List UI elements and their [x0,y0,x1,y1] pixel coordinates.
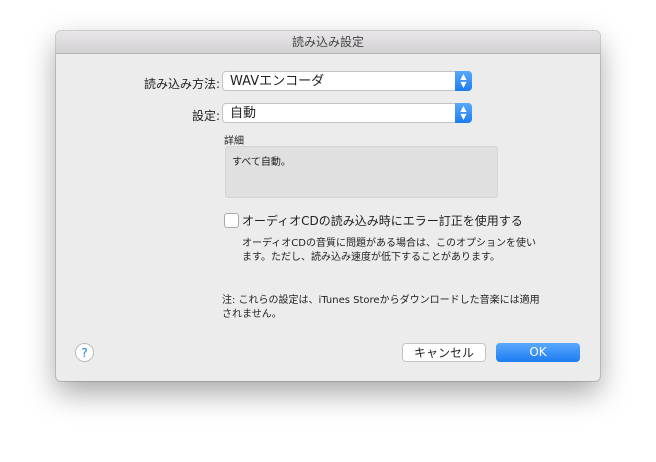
ok-button[interactable]: OK [496,343,580,362]
details-text: すべて自動。 [232,157,291,168]
setting-value: 自動 [230,106,257,121]
error-correction-description-1: オーディオCDの音質に問題がある場合は、このオプションを使い [242,238,536,249]
import-settings-dialog: 読み込み設定 読み込み方法: WAVエンコーダ ▲ ▼ 設定: 自動 ▲ ▼ 詳細 … [56,31,600,381]
note-line-2: されません。 [222,309,282,320]
details-label: 詳細 [224,136,244,147]
cancel-button[interactable]: キャンセル [402,343,486,362]
help-button[interactable]: ? [75,343,94,362]
chevron-updown-icon: ▲ ▼ [455,103,472,123]
error-correction-label[interactable]: オーディオCDの読み込み時にエラー訂正を使用する [242,212,523,229]
setting-label: 設定: [191,109,220,123]
chevron-updown-icon: ▲ ▼ [455,71,472,91]
details-box: すべて自動。 [225,146,498,198]
import-method-popup[interactable]: WAVエンコーダ ▲ ▼ [222,71,472,91]
setting-popup[interactable]: 自動 ▲ ▼ [222,103,472,123]
error-correction-description-2: ます。ただし、読み込み速度が低下することがあります。 [242,252,500,263]
note-line-1: 注: これらの設定は、iTunes Storeからダウンロードした音楽には適用 [222,295,540,306]
import-method-value: WAVエンコーダ [230,74,325,89]
import-method-label: 読み込み方法: [143,77,220,91]
error-correction-checkbox[interactable] [224,213,239,228]
dialog-title: 読み込み設定 [56,31,600,54]
